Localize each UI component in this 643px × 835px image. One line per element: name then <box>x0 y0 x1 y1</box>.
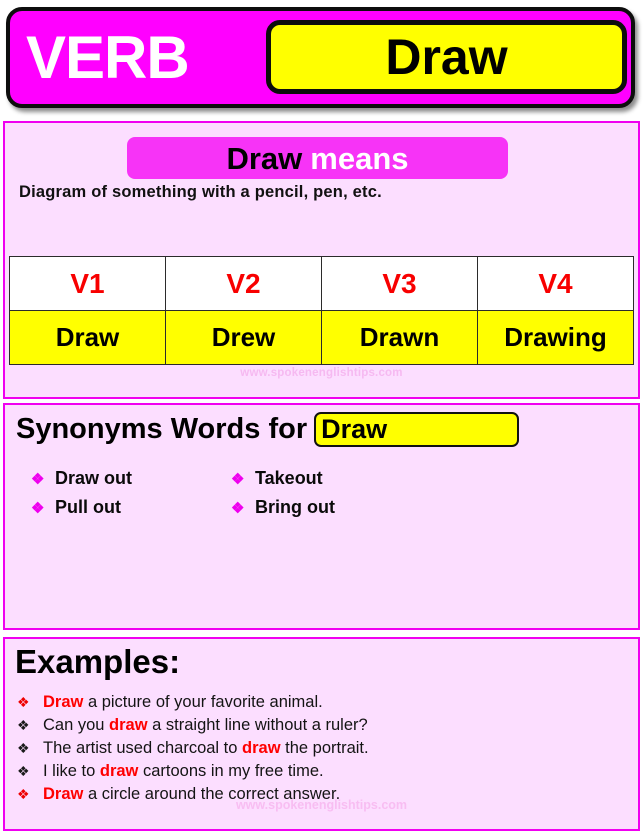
example-sentence: The artist used charcoal to draw the por… <box>43 739 369 757</box>
table-cell-v3: Drawn <box>321 310 478 365</box>
synonyms-list: ❖ Draw out ❖ Takeout ❖ Pull out ❖ Bring … <box>31 468 591 518</box>
diamond-bullet-icon: ❖ <box>31 500 45 517</box>
worksheet-page: VERB Draw Draw means Diagram of somethin… <box>0 0 643 835</box>
list-item: ❖ Draw out <box>31 468 231 489</box>
synonyms-title: Synonyms Words for <box>16 413 308 445</box>
list-item: ❖ I like to draw cartoons in my free tim… <box>17 760 617 782</box>
diamond-bullet-icon: ❖ <box>17 694 30 710</box>
watermark-bottom: www.spokenenglishtips.com <box>235 798 408 812</box>
synonym-label: Bring out <box>255 497 335 517</box>
synonyms-title-row: Synonyms Words for Draw <box>16 412 520 447</box>
diamond-bullet-icon: ❖ <box>17 740 30 756</box>
list-item: ❖ Pull out <box>31 497 231 518</box>
table-header-v3: V3 <box>321 256 478 311</box>
list-item: ❖ The artist used charcoal to draw the p… <box>17 737 617 759</box>
table-header-v4: V4 <box>477 256 634 311</box>
list-item: ❖ Can you draw a straight line without a… <box>17 714 617 736</box>
list-item: ❖ Bring out <box>231 497 431 518</box>
synonyms-panel: Synonyms Words for Draw ❖ Draw out ❖ Tak… <box>3 403 640 630</box>
meaning-badge-word: Draw <box>226 140 303 176</box>
example-sentence: Can you draw a straight line without a r… <box>43 716 368 734</box>
diamond-bullet-icon: ❖ <box>231 500 245 517</box>
diamond-bullet-icon: ❖ <box>231 471 245 488</box>
meaning-panel: Draw means Diagram of something with a p… <box>3 121 640 399</box>
example-sentence: Draw a picture of your favorite animal. <box>43 693 323 711</box>
synonyms-word-box: Draw <box>314 412 520 447</box>
header-banner: VERB Draw <box>6 7 635 108</box>
diamond-bullet-icon: ❖ <box>17 763 30 779</box>
examples-list: ❖ Draw a picture of your favorite animal… <box>17 691 617 806</box>
table-header-v1: V1 <box>9 256 166 311</box>
meaning-badge: Draw means <box>127 137 508 179</box>
list-item: ❖ Draw a picture of your favorite animal… <box>17 691 617 713</box>
synonyms-word: Draw <box>321 414 388 444</box>
list-item: ❖ Takeout <box>231 468 431 489</box>
examples-panel: Examples: ❖ Draw a picture of your favor… <box>3 637 640 831</box>
definition-text: Diagram of something with a pencil, pen,… <box>19 183 382 201</box>
synonym-label: Pull out <box>55 497 121 517</box>
diamond-bullet-icon: ❖ <box>31 471 45 488</box>
header-word-box: Draw <box>266 20 627 94</box>
table-cell-v4: Drawing <box>477 310 634 365</box>
header-word: Draw <box>385 29 508 85</box>
synonym-label: Takeout <box>255 468 323 488</box>
table-cell-v2: Drew <box>165 310 322 365</box>
table-header-row: V1 V2 V3 V4 <box>9 256 634 311</box>
diamond-bullet-icon: ❖ <box>17 717 30 733</box>
synonym-label: Draw out <box>55 468 133 488</box>
part-of-speech-label: VERB <box>26 23 190 91</box>
table-row: Draw Drew Drawn Drawing <box>9 310 634 365</box>
table-cell-v1: Draw <box>9 310 166 365</box>
meaning-badge-suffix: means <box>310 140 409 176</box>
verb-forms-table: V1 V2 V3 V4 Draw Drew Drawn Drawing <box>9 256 634 365</box>
examples-title: Examples: <box>15 643 181 680</box>
example-sentence: I like to draw cartoons in my free time. <box>43 762 324 780</box>
table-header-v2: V2 <box>165 256 322 311</box>
watermark-table: www.spokenenglishtips.com <box>240 367 403 379</box>
